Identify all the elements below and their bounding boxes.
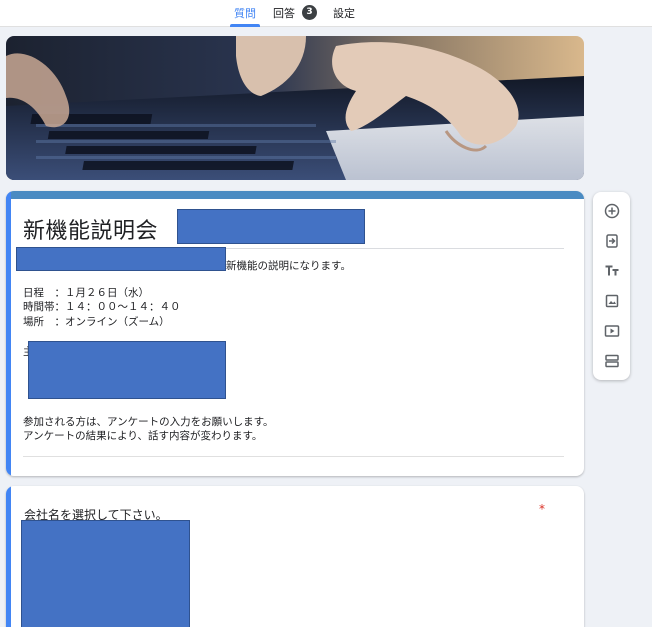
- form-header-card[interactable]: 新機能説明会 新機能の説明になります。 日程 ：１月２６日（水） 時間帯：１４：…: [6, 191, 584, 476]
- required-marker: *: [539, 502, 545, 516]
- add-title-icon[interactable]: [599, 258, 624, 283]
- description-line[interactable]: 新機能の説明になります。: [226, 258, 351, 273]
- description-line[interactable]: アンケートの結果により、話す内容が変わります。: [23, 428, 262, 443]
- redaction-box: [21, 520, 190, 627]
- description-line[interactable]: 場所 ：オンライン（ズーム）: [23, 314, 170, 329]
- card-top-stripe: [6, 191, 584, 199]
- tab-questions[interactable]: 質問: [230, 5, 260, 27]
- description-line[interactable]: 参加される方は、アンケートの入力をお願いします。: [23, 414, 274, 429]
- redaction-box: [177, 209, 365, 244]
- add-image-icon[interactable]: [599, 288, 624, 313]
- header-banner-image: [6, 36, 584, 180]
- tab-settings[interactable]: 設定: [333, 5, 355, 27]
- redaction-box: [16, 247, 226, 271]
- question-card[interactable]: 会社名を選択して下さい。 *: [6, 486, 584, 627]
- card-active-bar: [6, 191, 11, 476]
- responses-count-badge: 3: [302, 5, 317, 20]
- tab-responses[interactable]: 回答: [273, 5, 295, 27]
- add-video-icon[interactable]: [599, 318, 624, 343]
- card-active-bar: [6, 486, 11, 627]
- top-tab-bar: 質問 回答 3 設定: [0, 0, 652, 27]
- add-section-icon[interactable]: [599, 348, 624, 373]
- redaction-box: [28, 341, 226, 399]
- add-question-icon[interactable]: [599, 198, 624, 223]
- import-questions-icon[interactable]: [599, 228, 624, 253]
- description-divider: [23, 456, 564, 457]
- form-title[interactable]: 新機能説明会: [23, 213, 158, 245]
- description-line[interactable]: 時間帯：１４：００〜１４：４０: [23, 299, 181, 314]
- description-line[interactable]: 日程 ：１月２６日（水）: [23, 285, 149, 300]
- side-toolbar: [593, 192, 630, 380]
